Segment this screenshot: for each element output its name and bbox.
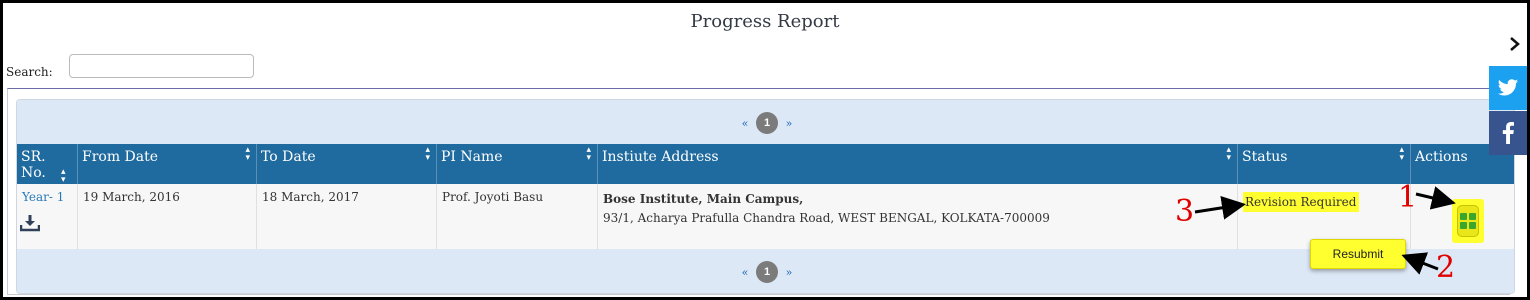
address-line-2: 93/1, Acharya Prafulla Chandra Road, WES…	[603, 211, 1050, 225]
header-status[interactable]: Status ▴ ▾	[1238, 144, 1411, 184]
twitter-share-button[interactable]	[1489, 66, 1527, 110]
facebook-share-button[interactable]	[1489, 111, 1527, 155]
cell-sr-no: Year- 1	[17, 184, 78, 249]
address-line-1: Bose Institute, Main Campus,	[603, 192, 804, 206]
header-from-date[interactable]: From Date ▴ ▾	[78, 144, 257, 184]
resubmit-button[interactable]: Resubmit	[1310, 239, 1406, 269]
callout-number: 1	[1398, 180, 1418, 215]
cell-pi-name: Prof. Joyoti Basu	[437, 184, 598, 249]
year-link[interactable]: Year- 1	[22, 190, 64, 204]
status-badge: Revision Required	[1243, 192, 1359, 212]
download-icon[interactable]	[20, 214, 40, 232]
pagination-bottom: « 1 »	[17, 249, 1514, 293]
sort-icon: ▴ ▾	[586, 145, 591, 163]
page-title: Progress Report	[690, 11, 840, 32]
chevron-right-icon[interactable]	[1508, 35, 1522, 53]
sort-icon: ▴ ▾	[61, 167, 66, 185]
facebook-icon	[1502, 122, 1514, 144]
twitter-icon	[1497, 79, 1519, 96]
sort-icon: ▴ ▾	[425, 145, 430, 163]
next-page-button[interactable]: »	[784, 117, 794, 130]
page-frame: Progress Report Search: « 1 » SR. No. ▴ ▾…	[0, 0, 1530, 300]
sort-icon: ▴ ▾	[1399, 145, 1404, 163]
page-1-button[interactable]: 1	[756, 261, 778, 283]
grid-icon	[1460, 213, 1476, 229]
header-to-date[interactable]: To Date ▴ ▾	[257, 144, 437, 184]
prev-page-button[interactable]: «	[740, 266, 750, 279]
header-sr-no[interactable]: SR. No. ▴ ▾	[17, 144, 78, 185]
sort-icon: ▴ ▾	[1226, 145, 1231, 163]
prev-page-button[interactable]: «	[740, 117, 750, 130]
callout-number: 2	[1436, 250, 1456, 285]
actions-menu-button[interactable]	[1452, 199, 1484, 243]
page-1-button[interactable]: 1	[756, 112, 778, 134]
header-institute-address[interactable]: Instiute Address ▴ ▾	[598, 144, 1238, 184]
search-label: Search:	[6, 65, 53, 79]
cell-to-date: 18 March, 2017	[257, 184, 437, 249]
table-header: SR. No. ▴ ▾ From Date ▴ ▾ To Date ▴ ▾ PI Na…	[17, 144, 1514, 185]
cell-institute-address: Bose Institute, Main Campus, 93/1, Achar…	[598, 184, 1238, 249]
cell-from-date: 19 March, 2016	[78, 184, 257, 249]
next-page-button[interactable]: »	[784, 266, 794, 279]
pagination-top: « 1 »	[17, 100, 1514, 144]
header-pi-name[interactable]: PI Name ▴ ▾	[437, 144, 598, 184]
callout-number: 3	[1175, 194, 1195, 229]
sort-icon: ▴ ▾	[245, 145, 250, 163]
search-input[interactable]	[69, 54, 254, 78]
